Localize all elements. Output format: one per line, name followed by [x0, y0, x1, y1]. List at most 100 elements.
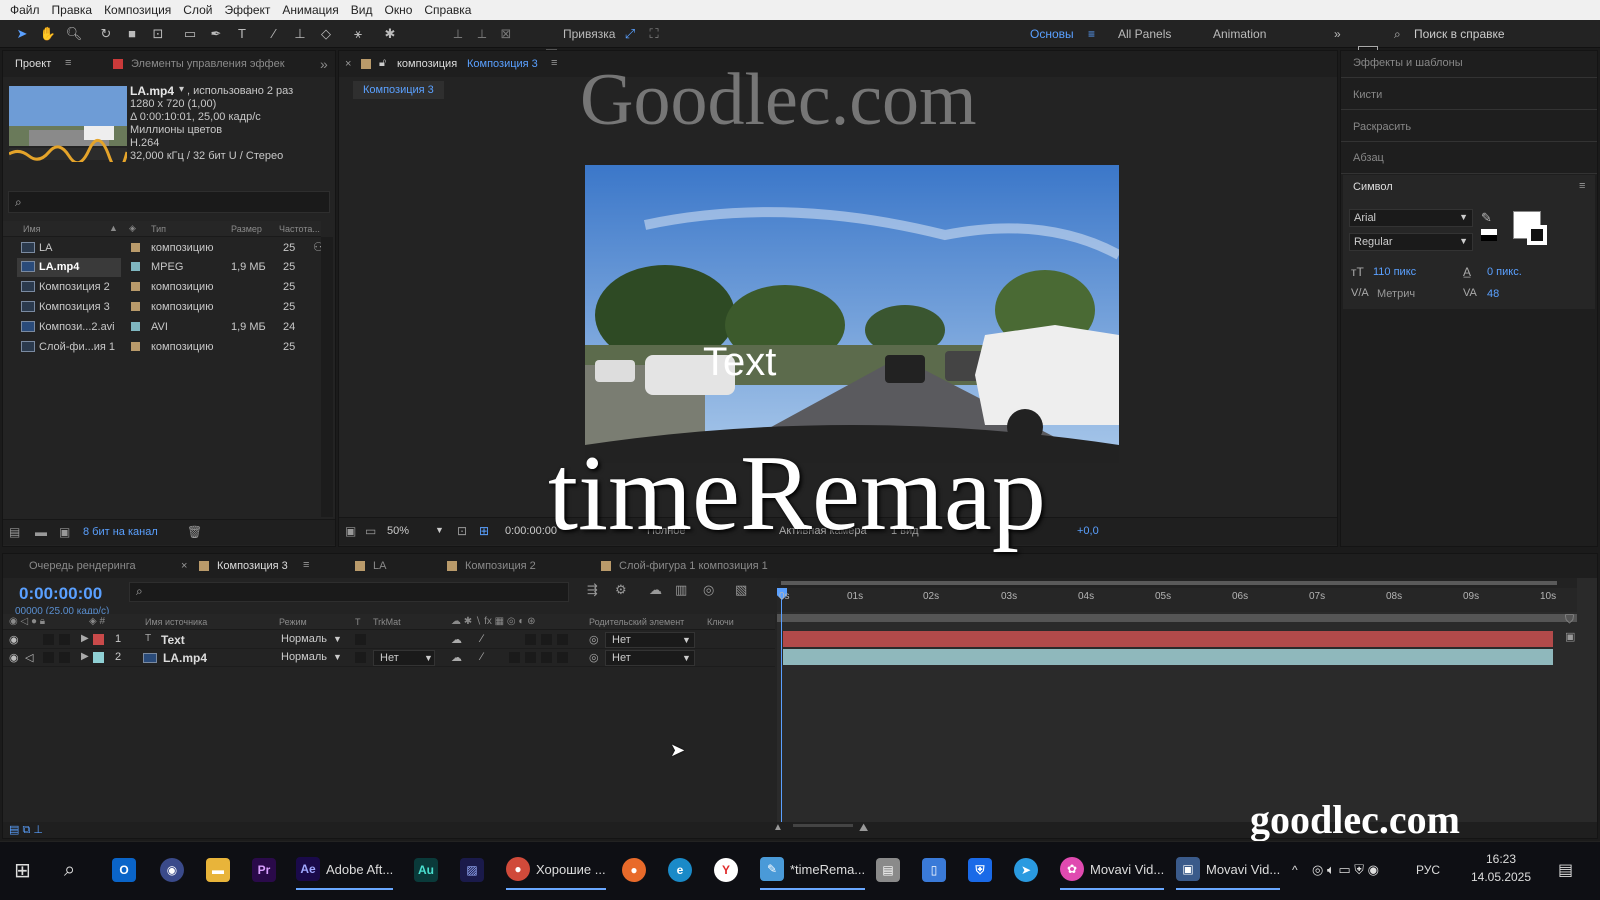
project-item-comp-avi[interactable]: Компози...2.avi AVI 1,9 МБ 24 — [3, 318, 321, 337]
lock-icon[interactable]: 🔓︎ — [379, 57, 386, 70]
white-swatch[interactable] — [1481, 229, 1497, 235]
more-workspaces-icon[interactable]: » — [1334, 27, 1341, 41]
tracking-value[interactable]: 48 — [1487, 288, 1499, 300]
layer-row-text[interactable]: ◉ ▶ 1 T Text Нормаль ▼ ☁ ∕ ◎ Нет ▼ — [3, 631, 775, 649]
current-timecode[interactable]: 0:00:00:00 — [19, 584, 102, 604]
notifications-icon[interactable]: ▤ — [1558, 850, 1573, 890]
start-button-icon[interactable]: ⊞ — [14, 850, 31, 890]
frame-blending-icon[interactable]: ▥ — [675, 582, 687, 598]
camera-tool-icon[interactable]: ■ — [122, 24, 142, 44]
new-composition-icon[interactable]: ▣ — [59, 525, 70, 539]
close-comp-tab-icon[interactable]: × — [345, 58, 351, 70]
comp-breadcrumb[interactable]: Композиция 3 — [353, 81, 444, 99]
work-area-bar[interactable] — [777, 578, 1577, 588]
visibility-eye-icon[interactable]: ◉ — [9, 633, 19, 646]
quality-switch-icon[interactable]: ∕ — [481, 633, 483, 645]
workspace-animation[interactable]: Animation — [1213, 27, 1266, 41]
leading-value[interactable]: 0 пикс. — [1487, 266, 1522, 278]
display-icon[interactable]: ▭ — [365, 524, 376, 538]
paint-panel[interactable]: Раскрасить — [1353, 121, 1411, 133]
zoom-in-icon[interactable]: ⛰ — [859, 822, 868, 835]
playhead[interactable] — [781, 588, 782, 828]
firefox-icon[interactable]: ● — [622, 850, 652, 890]
trkmat-select[interactable]: Нет ▼ — [373, 650, 435, 666]
outlook-icon[interactable]: O — [112, 850, 142, 890]
roto-brush-tool-icon[interactable]: ⚹ — [348, 24, 368, 44]
file-explorer-icon[interactable]: ▬ — [206, 850, 236, 890]
video-text-layer[interactable]: Text — [703, 340, 776, 384]
premiere-pro-icon[interactable]: Pr — [252, 850, 282, 890]
font-size-value[interactable]: 110 пикс — [1373, 266, 1416, 278]
layer-switches-toggle-icon[interactable]: ▤ ⧉ ⊥ — [9, 823, 43, 837]
clock-time[interactable]: 16:23 — [1466, 852, 1536, 866]
expand-layer-icon[interactable]: ▶ — [81, 633, 89, 644]
black-swatch[interactable] — [1481, 235, 1497, 241]
taskbar-chrome[interactable]: ● Хорошие ... — [506, 850, 606, 890]
col-trkmat[interactable]: TrkMat — [373, 617, 401, 627]
grid-icon[interactable]: ⊞ — [479, 524, 489, 538]
solo-toggle[interactable] — [43, 634, 54, 645]
parent-select[interactable]: Нет ▼ — [605, 650, 695, 666]
snap-options-icon[interactable]: ⤢ — [620, 24, 640, 44]
shape-tool-icon[interactable]: ▭ — [180, 24, 200, 44]
col-parent[interactable]: Родительский элемент — [589, 617, 684, 627]
preserve-transparency-toggle[interactable] — [355, 652, 366, 663]
project-scrollbar[interactable] — [321, 237, 333, 517]
graph-editor-icon[interactable]: ▧ — [735, 582, 747, 598]
shy-layers-icon[interactable]: ☁ — [649, 582, 662, 598]
yandex-browser-icon[interactable]: Y — [714, 850, 744, 890]
col-type[interactable]: Тип — [151, 224, 166, 234]
zoom-dropdown-icon[interactable]: ▼ — [435, 525, 444, 535]
axis-local-icon[interactable]: ⟂ — [448, 24, 468, 44]
security-shield-icon[interactable]: ⛨ — [968, 850, 998, 890]
axis-view-icon[interactable]: ⊠ — [496, 24, 516, 44]
pan-behind-tool-icon[interactable]: ⊡ — [148, 24, 168, 44]
col-source-name[interactable]: Имя источника — [145, 617, 207, 627]
comp-panel-menu-icon[interactable]: ≡ — [551, 57, 557, 69]
bit-depth-button[interactable]: 8 бит на канал — [83, 526, 158, 538]
sort-ascending-icon[interactable]: ▲ — [109, 223, 118, 233]
quality-switch-icon[interactable]: ∕ — [481, 651, 483, 663]
menu-window[interactable]: Окно — [384, 3, 412, 17]
tab-project[interactable]: Проект — [15, 58, 51, 70]
blend-mode-select[interactable]: Нормаль — [281, 633, 327, 645]
time-ruler[interactable] — [777, 588, 1577, 612]
switch-toggle[interactable] — [557, 652, 568, 663]
mode-dropdown-icon[interactable]: ▼ — [333, 634, 342, 644]
blend-mode-select[interactable]: Нормаль — [281, 651, 327, 663]
taskbar-after-effects[interactable]: Ae Adobe Aft... — [296, 850, 394, 890]
clone-stamp-tool-icon[interactable]: ⊥ — [290, 24, 310, 44]
draft-3d-icon[interactable]: ⚙ — [615, 582, 627, 598]
interpret-footage-icon[interactable]: ▤ — [9, 525, 20, 539]
project-item-comp-2[interactable]: Композиция 2 композицию 25 — [3, 278, 321, 297]
menu-composition[interactable]: Композиция — [104, 3, 171, 17]
rotate-tool-icon[interactable]: ↻ — [96, 24, 116, 44]
project-search-input[interactable]: ⌕ — [8, 191, 330, 213]
taskbar-movavi-2[interactable]: ▣ Movavi Vid... — [1176, 850, 1281, 890]
menu-file[interactable]: Файл — [10, 3, 40, 17]
workspace-menu-icon[interactable]: ≡ — [1088, 27, 1095, 41]
always-preview-icon[interactable]: ▣ — [345, 524, 356, 538]
text-tool-icon[interactable]: T — [232, 24, 252, 44]
zoom-out-icon[interactable]: ▲ — [773, 822, 783, 833]
edge-icon[interactable]: e — [668, 850, 698, 890]
switch-toggle[interactable] — [557, 634, 568, 645]
expand-layer-icon[interactable]: ▶ — [81, 651, 89, 662]
document-icon[interactable]: ▯ — [922, 850, 952, 890]
snap-expand-icon[interactable]: ⛶ — [644, 24, 664, 44]
tray-icons[interactable]: ◎ 🔈︎ ▭ ⛨ ◉ — [1312, 850, 1379, 890]
timeline-search-input[interactable]: ⌕ — [129, 582, 569, 602]
comp-marker-icon[interactable]: ⛉ — [1565, 612, 1574, 627]
menu-animation[interactable]: Анимация — [282, 3, 338, 17]
preserve-transparency-toggle[interactable] — [355, 634, 366, 645]
brushes-panel[interactable]: Кисти — [1353, 89, 1382, 101]
layer-name[interactable]: LA.mp4 — [163, 651, 207, 665]
zoom-tool-icon[interactable]: 🔍︎ — [64, 24, 84, 44]
menu-view[interactable]: Вид — [351, 3, 373, 17]
kerning-value[interactable]: Метрич — [1377, 288, 1415, 300]
motion-blur-icon[interactable]: ◎ — [703, 582, 714, 598]
col-framerate[interactable]: Частота... — [279, 224, 320, 234]
selection-tool-icon[interactable]: ➤ — [12, 24, 32, 44]
layer-label-swatch[interactable] — [93, 652, 104, 663]
project-item-la[interactable]: LA композицию 25 ⚇ — [3, 239, 324, 258]
